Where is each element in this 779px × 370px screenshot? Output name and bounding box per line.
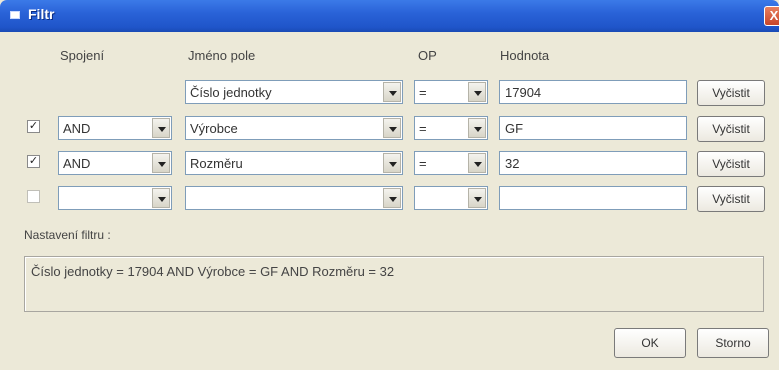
- chevron-down-icon[interactable]: [383, 188, 401, 208]
- filter-settings-label: Nastavení filtru :: [24, 228, 111, 242]
- value-input-text: 17904: [505, 85, 542, 100]
- chevron-down-icon[interactable]: [152, 118, 170, 138]
- filter-dialog: Spojení Jméno pole OP Hodnota Číslo jedn…: [0, 32, 779, 370]
- chevron-down-icon[interactable]: [383, 118, 401, 138]
- header-spojeni: Spojení: [60, 48, 105, 63]
- cancel-button[interactable]: Storno: [697, 328, 769, 358]
- close-button[interactable]: X: [764, 6, 779, 26]
- field-select-row-2[interactable]: Výrobce: [185, 116, 403, 140]
- window-title: Filtr: [28, 6, 55, 22]
- op-select-row-4[interactable]: [414, 186, 488, 210]
- title-bar: Filtr X: [0, 0, 779, 32]
- clear-button-row-1[interactable]: Vyčistit: [697, 80, 765, 106]
- chevron-down-icon[interactable]: [468, 188, 486, 208]
- op-select-row-2[interactable]: =: [414, 116, 488, 140]
- clear-button-row-4[interactable]: Vyčistit: [697, 186, 765, 212]
- row-enable-checkbox[interactable]: ✓: [27, 120, 40, 133]
- chevron-down-icon[interactable]: [383, 82, 401, 102]
- value-input-text: 32: [505, 156, 520, 171]
- value-input-row-4[interactable]: [499, 186, 687, 210]
- value-input-row-3[interactable]: 32: [499, 151, 687, 175]
- header-field-name: Jméno pole: [188, 48, 256, 63]
- join-select-row-4[interactable]: [58, 186, 172, 210]
- value-input-row-2[interactable]: GF: [499, 116, 687, 140]
- op-select-value: =: [419, 156, 427, 171]
- row-enable-checkbox[interactable]: [27, 190, 40, 203]
- field-select-row-3[interactable]: Rozměru: [185, 151, 403, 175]
- header-op: OP: [418, 48, 437, 63]
- filter-summary-text: Číslo jednotky = 17904 AND Výrobce = GF …: [31, 264, 395, 279]
- row-enable-checkbox[interactable]: ✓: [27, 155, 40, 168]
- chevron-down-icon[interactable]: [468, 153, 486, 173]
- field-select-value: Rozměru: [190, 156, 243, 171]
- ok-button[interactable]: OK: [614, 328, 686, 358]
- chevron-down-icon[interactable]: [468, 82, 486, 102]
- op-select-row-1[interactable]: =: [414, 80, 488, 104]
- field-select-row-4[interactable]: [185, 186, 403, 210]
- chevron-down-icon[interactable]: [152, 188, 170, 208]
- chevron-down-icon[interactable]: [152, 153, 170, 173]
- join-select-row-3[interactable]: AND: [58, 151, 172, 175]
- field-select-row-1[interactable]: Číslo jednotky: [185, 80, 403, 104]
- chevron-down-icon[interactable]: [383, 153, 401, 173]
- value-input-row-1[interactable]: 17904: [499, 80, 687, 104]
- value-input-text: GF: [505, 121, 524, 136]
- clear-button-row-2[interactable]: Vyčistit: [697, 116, 765, 142]
- field-select-value: Výrobce: [190, 121, 238, 136]
- field-select-value: Číslo jednotky: [190, 85, 272, 100]
- header-value: Hodnota: [500, 48, 550, 63]
- filter-summary-box: Číslo jednotky = 17904 AND Výrobce = GF …: [24, 256, 764, 312]
- op-select-value: =: [419, 121, 427, 136]
- join-select-value: AND: [63, 156, 91, 171]
- join-select-value: AND: [63, 121, 91, 136]
- window-icon: [10, 11, 20, 19]
- clear-button-row-3[interactable]: Vyčistit: [697, 151, 765, 177]
- op-select-row-3[interactable]: =: [414, 151, 488, 175]
- chevron-down-icon[interactable]: [468, 118, 486, 138]
- join-select-row-2[interactable]: AND: [58, 116, 172, 140]
- op-select-value: =: [419, 85, 427, 100]
